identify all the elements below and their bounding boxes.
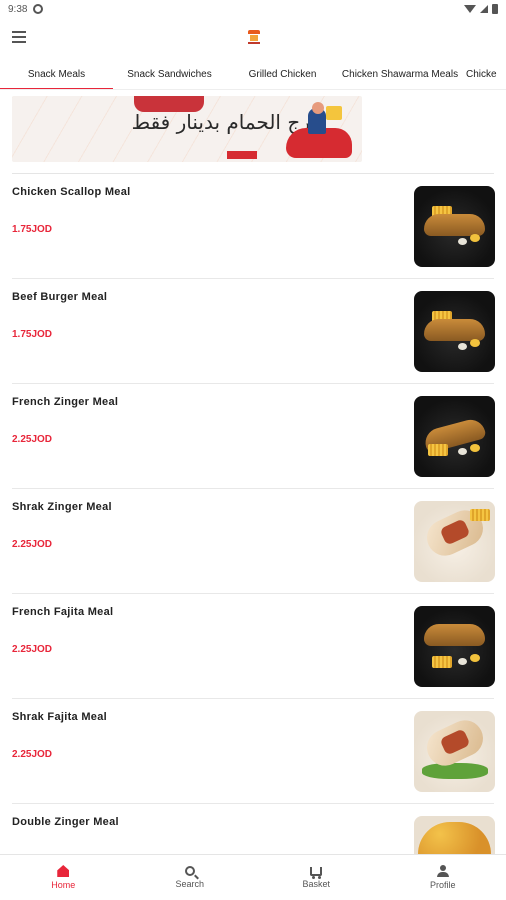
item-image bbox=[414, 606, 495, 687]
menu-item[interactable]: Shrak Fajita Meal 2.25JOD bbox=[0, 699, 506, 804]
item-image bbox=[414, 396, 495, 477]
app-bar bbox=[0, 18, 506, 56]
item-price: 2.25JOD bbox=[12, 539, 53, 550]
tab-chicken-shawarma-meals[interactable]: Chicken Shawarma Meals bbox=[339, 58, 461, 89]
search-icon bbox=[184, 866, 195, 876]
settings-gear-icon bbox=[33, 4, 44, 14]
battery-icon bbox=[492, 4, 498, 14]
menu-item[interactable]: Chicken Scallop Meal 1.75JOD bbox=[0, 174, 506, 279]
nav-home[interactable]: Home bbox=[0, 855, 127, 900]
category-tabs: Snack Meals Snack Sandwiches Grilled Chi… bbox=[0, 58, 506, 90]
restaurant-logo bbox=[247, 30, 261, 44]
nav-label: Home bbox=[51, 880, 76, 890]
item-name: Chicken Scallop Meal bbox=[12, 186, 131, 198]
item-name: Double Zinger Meal bbox=[12, 816, 119, 828]
nav-basket[interactable]: Basket bbox=[253, 855, 380, 900]
profile-icon bbox=[436, 865, 449, 877]
menu-item[interactable]: Double Zinger Meal bbox=[0, 804, 506, 854]
status-left: 9:38 bbox=[8, 3, 44, 15]
item-price: 2.25JOD bbox=[12, 749, 53, 760]
nav-label: Profile bbox=[429, 880, 456, 890]
menu-icon[interactable] bbox=[12, 28, 32, 46]
nav-search[interactable]: Search bbox=[127, 855, 254, 900]
cart-icon bbox=[310, 866, 323, 879]
item-name: French Fajita Meal bbox=[12, 606, 114, 618]
item-name: Shrak Zinger Meal bbox=[12, 501, 112, 513]
bottom-navigation: Home Search Basket Profile bbox=[0, 854, 506, 900]
item-name: Shrak Fajita Meal bbox=[12, 711, 107, 723]
status-bar: 9:38 bbox=[0, 0, 506, 18]
nav-label: Search bbox=[175, 879, 205, 889]
tab-snack-sandwiches[interactable]: Snack Sandwiches bbox=[113, 58, 226, 89]
menu-item[interactable]: French Fajita Meal 2.25JOD bbox=[0, 594, 506, 699]
nav-label: Basket bbox=[302, 878, 330, 889]
menu-item[interactable]: Beef Burger Meal 1.75JOD bbox=[0, 279, 506, 384]
item-image bbox=[414, 186, 495, 267]
wifi-icon bbox=[464, 5, 476, 13]
menu-item[interactable]: French Zinger Meal 2.25JOD bbox=[0, 384, 506, 489]
delivery-scooter-illustration bbox=[278, 102, 358, 158]
signal-icon bbox=[480, 5, 488, 13]
item-price: 1.75JOD bbox=[12, 224, 53, 235]
home-icon bbox=[57, 865, 70, 877]
promo-banner[interactable]: مرج الحمام بدينار فقط bbox=[12, 96, 362, 162]
nav-profile[interactable]: Profile bbox=[380, 855, 506, 900]
menu-item[interactable]: Shrak Zinger Meal 2.25JOD bbox=[0, 489, 506, 594]
item-image bbox=[414, 291, 495, 372]
tab-snack-meals[interactable]: Snack Meals bbox=[0, 58, 113, 89]
item-image bbox=[414, 816, 495, 854]
item-image bbox=[414, 501, 495, 582]
status-right bbox=[464, 4, 498, 14]
tab-chicken-partial[interactable]: Chicke bbox=[461, 58, 506, 89]
menu-item-list: Chicken Scallop Meal 1.75JOD Beef Burger… bbox=[0, 174, 506, 854]
status-time: 9:38 bbox=[8, 3, 28, 15]
item-price: 2.25JOD bbox=[12, 644, 53, 655]
item-name: French Zinger Meal bbox=[12, 396, 119, 408]
item-name: Beef Burger Meal bbox=[12, 291, 108, 303]
banner-tag bbox=[227, 151, 257, 159]
item-price: 2.25JOD bbox=[12, 434, 53, 445]
item-image bbox=[414, 711, 495, 792]
tab-grilled-chicken[interactable]: Grilled Chicken bbox=[226, 58, 339, 89]
item-price: 1.75JOD bbox=[12, 329, 53, 340]
